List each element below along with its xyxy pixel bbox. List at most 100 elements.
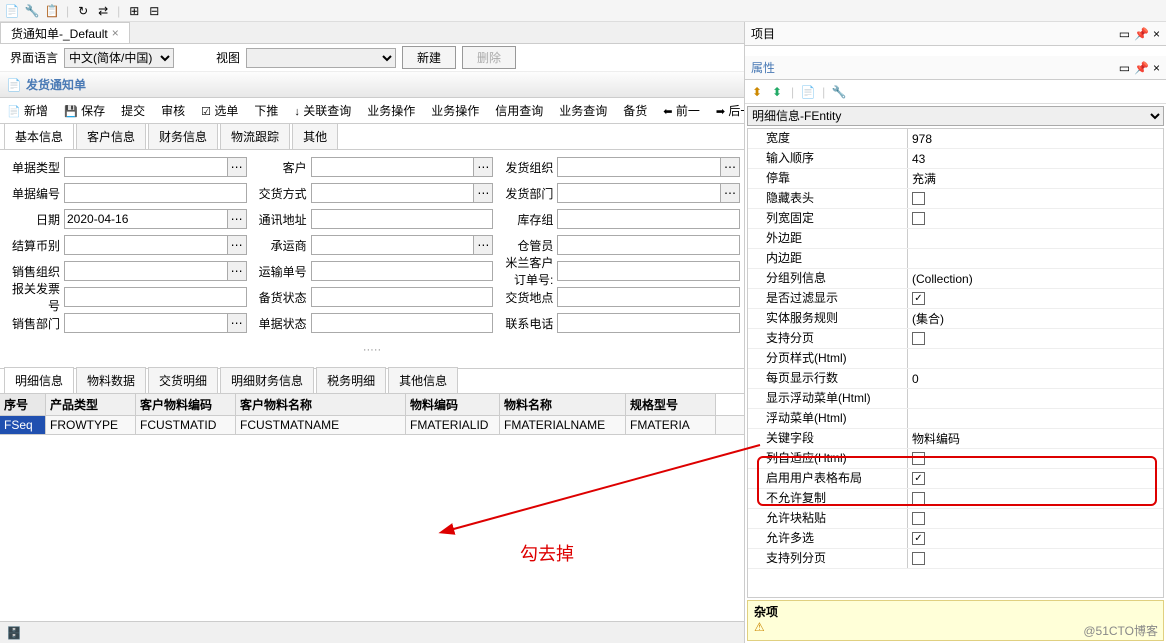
prop-value[interactable]: (集合) [908, 309, 1163, 328]
pin-icon[interactable]: 📌 [1134, 27, 1149, 41]
prop-row-每页显示行数[interactable]: 每页显示行数0 [748, 369, 1163, 389]
form-input-交货方式[interactable] [311, 183, 474, 203]
checkbox[interactable] [912, 212, 925, 225]
detail-tab-物料数据[interactable]: 物料数据 [76, 367, 146, 393]
prop-value[interactable]: ✓ [908, 469, 1163, 488]
action-下推[interactable]: 下推 [251, 102, 281, 119]
grid-cell[interactable]: FMATERIALNAME [500, 416, 626, 434]
close-icon[interactable]: × [1153, 27, 1160, 41]
delete-button[interactable]: 删除 [462, 46, 516, 69]
tool-icon[interactable]: ⇄ [95, 3, 111, 19]
close-icon[interactable]: × [1153, 61, 1160, 75]
checkbox[interactable]: ✓ [912, 532, 925, 545]
form-input-库存组[interactable] [557, 209, 740, 229]
document-tab[interactable]: 货通知单-_Default × [0, 22, 130, 43]
prop-row-支持列分页[interactable]: 支持列分页 [748, 549, 1163, 569]
prop-value[interactable] [908, 209, 1163, 228]
page-icon[interactable]: 📄 [800, 84, 816, 100]
detail-tab-明细财务信息[interactable]: 明细财务信息 [220, 367, 314, 393]
lookup-button[interactable]: ⋯ [473, 183, 493, 203]
prop-value[interactable] [908, 349, 1163, 368]
action-审核[interactable]: 审核 [158, 102, 188, 119]
lookup-button[interactable]: ⋯ [720, 183, 740, 203]
form-input-单据状态[interactable] [311, 313, 494, 333]
prop-value[interactable] [908, 489, 1163, 508]
action-业务操作[interactable]: 业务操作 [364, 102, 418, 119]
sub-tab-基本信息[interactable]: 基本信息 [4, 123, 74, 149]
form-input-单据编号[interactable] [64, 183, 247, 203]
form-input-发货部门[interactable] [557, 183, 720, 203]
checkbox[interactable]: ✓ [912, 472, 925, 485]
prop-value[interactable]: 充满 [908, 169, 1163, 188]
checkbox[interactable]: ✓ [912, 292, 925, 305]
prop-value[interactable] [908, 229, 1163, 248]
action-关联查询[interactable]: ↓ 关联查询 [291, 102, 354, 119]
checkbox[interactable] [912, 192, 925, 205]
prop-row-浮动菜单(Html)[interactable]: 浮动菜单(Html) [748, 409, 1163, 429]
property-object-select[interactable]: 明细信息-FEntity [747, 106, 1164, 126]
checkbox[interactable] [912, 492, 925, 505]
form-input-销售部门[interactable] [64, 313, 227, 333]
prop-row-输入顺序[interactable]: 输入顺序43 [748, 149, 1163, 169]
prop-row-是否过滤显示[interactable]: 是否过滤显示✓ [748, 289, 1163, 309]
sub-tab-财务信息[interactable]: 财务信息 [148, 123, 218, 149]
view-select[interactable] [246, 48, 396, 68]
prop-value[interactable]: (Collection) [908, 269, 1163, 288]
detail-tab-其他信息[interactable]: 其他信息 [388, 367, 458, 393]
prop-value[interactable] [908, 509, 1163, 528]
lookup-button[interactable]: ⋯ [720, 157, 740, 177]
prop-value[interactable]: ✓ [908, 529, 1163, 548]
window-icon[interactable]: ▭ [1119, 61, 1130, 75]
grid-header-cell[interactable]: 序号 [0, 394, 46, 415]
lookup-button[interactable]: ⋯ [227, 235, 247, 255]
grid-header-cell[interactable]: 客户物料名称 [236, 394, 406, 415]
checkbox[interactable] [912, 452, 925, 465]
pin-icon[interactable]: 📌 [1134, 61, 1149, 75]
form-input-结算币别[interactable] [64, 235, 227, 255]
grid-cell[interactable]: FROWTYPE [46, 416, 136, 434]
grid-header-cell[interactable]: 规格型号 [626, 394, 716, 415]
property-grid[interactable]: 宽度978输入顺序43停靠充满隐藏表头列宽固定外边距内边距分组列信息(Colle… [747, 128, 1164, 598]
prop-row-允许多选[interactable]: 允许多选✓ [748, 529, 1163, 549]
action-前一[interactable]: ⬅ 前一 [660, 102, 703, 119]
detail-tab-明细信息[interactable]: 明细信息 [4, 367, 74, 393]
form-input-通讯地址[interactable] [311, 209, 494, 229]
new-button[interactable]: 新建 [402, 46, 456, 69]
prop-row-支持分页[interactable]: 支持分页 [748, 329, 1163, 349]
form-input-交货地点[interactable] [557, 287, 740, 307]
grid-header-cell[interactable]: 物料名称 [500, 394, 626, 415]
grid-cell[interactable]: FMATERIA [626, 416, 716, 434]
prop-row-关键字段[interactable]: 关键字段物料编码 [748, 429, 1163, 449]
lookup-button[interactable]: ⋯ [227, 157, 247, 177]
prop-row-内边距[interactable]: 内边距 [748, 249, 1163, 269]
tool-icon[interactable]: ⊞ [126, 3, 142, 19]
prop-value[interactable] [908, 249, 1163, 268]
prop-value[interactable] [908, 189, 1163, 208]
sub-tab-物流跟踪[interactable]: 物流跟踪 [220, 123, 290, 149]
prop-row-停靠[interactable]: 停靠充满 [748, 169, 1163, 189]
form-input-报关发票号[interactable] [64, 287, 247, 307]
close-icon[interactable]: × [112, 26, 119, 40]
prop-row-分组列信息[interactable]: 分组列信息(Collection) [748, 269, 1163, 289]
prop-row-实体服务规则[interactable]: 实体服务规则(集合) [748, 309, 1163, 329]
action-业务查询[interactable]: 业务查询 [556, 102, 610, 119]
sub-tab-其他[interactable]: 其他 [292, 123, 338, 149]
tool-icon[interactable]: ⊟ [146, 3, 162, 19]
lookup-button[interactable]: ⋯ [227, 313, 247, 333]
form-input-承运商[interactable] [311, 235, 474, 255]
prop-value[interactable]: ✓ [908, 289, 1163, 308]
window-icon[interactable]: ▭ [1119, 27, 1130, 41]
prop-row-隐藏表头[interactable]: 隐藏表头 [748, 189, 1163, 209]
prop-value[interactable] [908, 449, 1163, 468]
grid-header-cell[interactable]: 物料编码 [406, 394, 500, 415]
prop-row-启用用户表格布局[interactable]: 启用用户表格布局✓ [748, 469, 1163, 489]
grid-header-cell[interactable]: 产品类型 [46, 394, 136, 415]
form-input-备货状态[interactable] [311, 287, 494, 307]
tool-icon[interactable]: ↻ [75, 3, 91, 19]
lang-select[interactable]: 中文(简体/中国) [64, 48, 174, 68]
grid-cell[interactable]: FCUSTMATNAME [236, 416, 406, 434]
prop-icon[interactable]: 🔧 [831, 84, 847, 100]
checkbox[interactable] [912, 332, 925, 345]
action-保存[interactable]: 💾 保存 [61, 102, 108, 119]
checkbox[interactable] [912, 552, 925, 565]
